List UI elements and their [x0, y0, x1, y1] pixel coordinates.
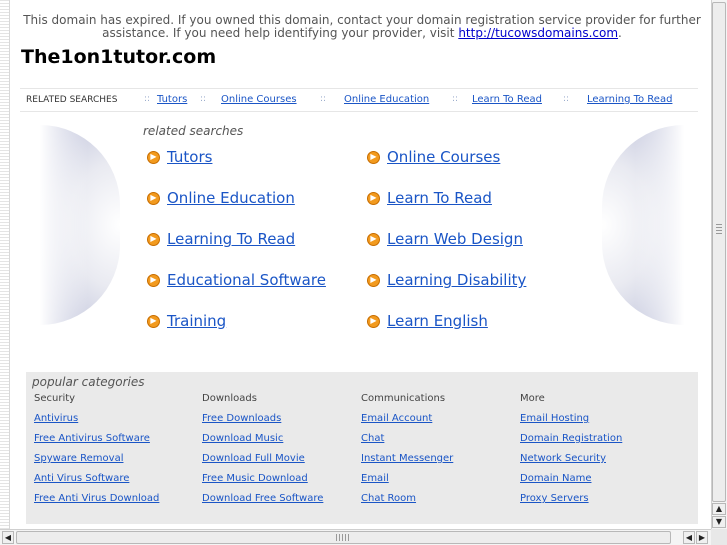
related-item-learning-to-read[interactable]: ▶ Learning To Read: [147, 228, 295, 250]
category-link[interactable]: Free Music Download: [202, 472, 323, 492]
separator: ::: [320, 94, 327, 104]
expired-notice: This domain has expired. If you owned th…: [12, 14, 712, 40]
right-orb-fade: [602, 125, 684, 325]
separator: ::: [144, 94, 151, 104]
category-column-security: Security Antivirus Free Antivirus Softwa…: [34, 392, 159, 512]
column-title: More: [520, 393, 545, 404]
category-link[interactable]: Network Security: [520, 452, 622, 472]
arrow-right-icon[interactable]: ▶: [696, 531, 708, 544]
category-column-more: More Email Hosting Domain Registration N…: [520, 392, 622, 512]
site-title: The1on1tutor.com: [21, 46, 217, 68]
category-link[interactable]: Free Antivirus Software: [34, 432, 159, 452]
related-link[interactable]: Learning To Read: [167, 230, 295, 248]
column-title: Communications: [361, 393, 446, 404]
bar-link-online-courses[interactable]: Online Courses: [221, 94, 297, 105]
related-link[interactable]: Online Education: [167, 189, 295, 207]
category-link[interactable]: Email Account: [361, 412, 453, 432]
category-link[interactable]: Antivirus: [34, 412, 159, 432]
arrow-circle-icon: ▶: [147, 150, 160, 164]
related-link[interactable]: Learn English: [387, 312, 488, 330]
related-link[interactable]: Online Courses: [387, 148, 500, 166]
arrow-circle-icon: ▶: [367, 314, 380, 328]
category-link[interactable]: Download Full Movie: [202, 452, 323, 472]
arrow-circle-icon: ▶: [147, 232, 160, 246]
related-item-training[interactable]: ▶ Training: [147, 310, 226, 332]
vertical-scroll-thumb[interactable]: [712, 2, 726, 502]
related-item-tutors[interactable]: ▶ Tutors: [147, 146, 212, 168]
bar-link-learning-to-read[interactable]: Learning To Read: [587, 94, 672, 105]
bar-link-online-education[interactable]: Online Education: [344, 94, 429, 105]
arrow-left-icon[interactable]: ◀: [2, 531, 14, 544]
grip-icon: [336, 534, 350, 541]
bar-link-learn-to-read[interactable]: Learn To Read: [472, 94, 542, 105]
separator: ::: [200, 94, 207, 104]
arrow-circle-icon: ▶: [367, 232, 380, 246]
left-decorative-strip: [0, 0, 10, 529]
popular-categories-heading: popular categories: [32, 375, 145, 389]
related-item-learn-to-read[interactable]: ▶ Learn To Read: [367, 187, 492, 209]
related-link[interactable]: Learning Disability: [387, 271, 526, 289]
related-item-online-education[interactable]: ▶ Online Education: [147, 187, 295, 209]
arrow-circle-icon: ▶: [367, 273, 380, 287]
related-searches-bar: RELATED SEARCHES :: Tutors :: Online Cou…: [20, 88, 698, 112]
related-item-learn-english[interactable]: ▶ Learn English: [367, 310, 488, 332]
category-link[interactable]: Domain Name: [520, 472, 622, 492]
separator: ::: [452, 94, 459, 104]
arrow-circle-icon: ▶: [367, 191, 380, 205]
related-link[interactable]: Learn To Read: [387, 189, 492, 207]
popular-categories-panel: popular categories Security Antivirus Fr…: [26, 372, 698, 524]
related-searches-heading: related searches: [143, 124, 244, 138]
category-link[interactable]: Free Anti Virus Download: [34, 492, 159, 512]
category-link[interactable]: Download Music: [202, 432, 323, 452]
related-item-online-courses[interactable]: ▶ Online Courses: [367, 146, 500, 168]
related-link[interactable]: Educational Software: [167, 271, 326, 289]
left-orb-fade: [40, 125, 120, 325]
arrow-left-icon[interactable]: ◀: [683, 531, 695, 544]
related-link[interactable]: Tutors: [167, 148, 212, 166]
related-item-educational-software[interactable]: ▶ Educational Software: [147, 269, 326, 291]
category-link[interactable]: Proxy Servers: [520, 492, 622, 512]
expired-notice-end: .: [618, 26, 622, 40]
category-link[interactable]: Domain Registration: [520, 432, 622, 452]
related-searches-label: RELATED SEARCHES: [26, 95, 118, 105]
separator: ::: [563, 94, 570, 104]
scrollbar-corner: [711, 529, 727, 545]
category-link[interactable]: Spyware Removal: [34, 452, 159, 472]
related-link[interactable]: Training: [167, 312, 226, 330]
category-link[interactable]: Chat Room: [361, 492, 453, 512]
category-link[interactable]: Anti Virus Software: [34, 472, 159, 492]
tucows-link[interactable]: http://tucowsdomains.com: [458, 26, 618, 40]
column-title: Security: [34, 393, 76, 404]
related-item-learning-disability[interactable]: ▶ Learning Disability: [367, 269, 526, 291]
column-title: Downloads: [202, 393, 257, 404]
category-link[interactable]: Download Free Software: [202, 492, 323, 512]
category-link[interactable]: Email Hosting: [520, 412, 622, 432]
arrow-circle-icon: ▶: [147, 273, 160, 287]
category-column-downloads: Downloads Free Downloads Download Music …: [202, 392, 323, 512]
related-item-learn-web-design[interactable]: ▶ Learn Web Design: [367, 228, 523, 250]
bar-link-tutors[interactable]: Tutors: [157, 94, 187, 105]
arrow-circle-icon: ▶: [147, 191, 160, 205]
arrow-circle-icon: ▶: [367, 150, 380, 164]
arrow-up-icon[interactable]: ▲: [712, 503, 726, 515]
category-link[interactable]: Email: [361, 472, 453, 492]
arrow-circle-icon: ▶: [147, 314, 160, 328]
grip-icon: [716, 224, 722, 236]
arrow-down-icon[interactable]: ▼: [712, 516, 726, 528]
category-column-communications: Communications Email Account Chat Instan…: [361, 392, 453, 512]
related-link[interactable]: Learn Web Design: [387, 230, 523, 248]
category-link[interactable]: Free Downloads: [202, 412, 323, 432]
category-link[interactable]: Chat: [361, 432, 453, 452]
category-link[interactable]: Instant Messenger: [361, 452, 453, 472]
